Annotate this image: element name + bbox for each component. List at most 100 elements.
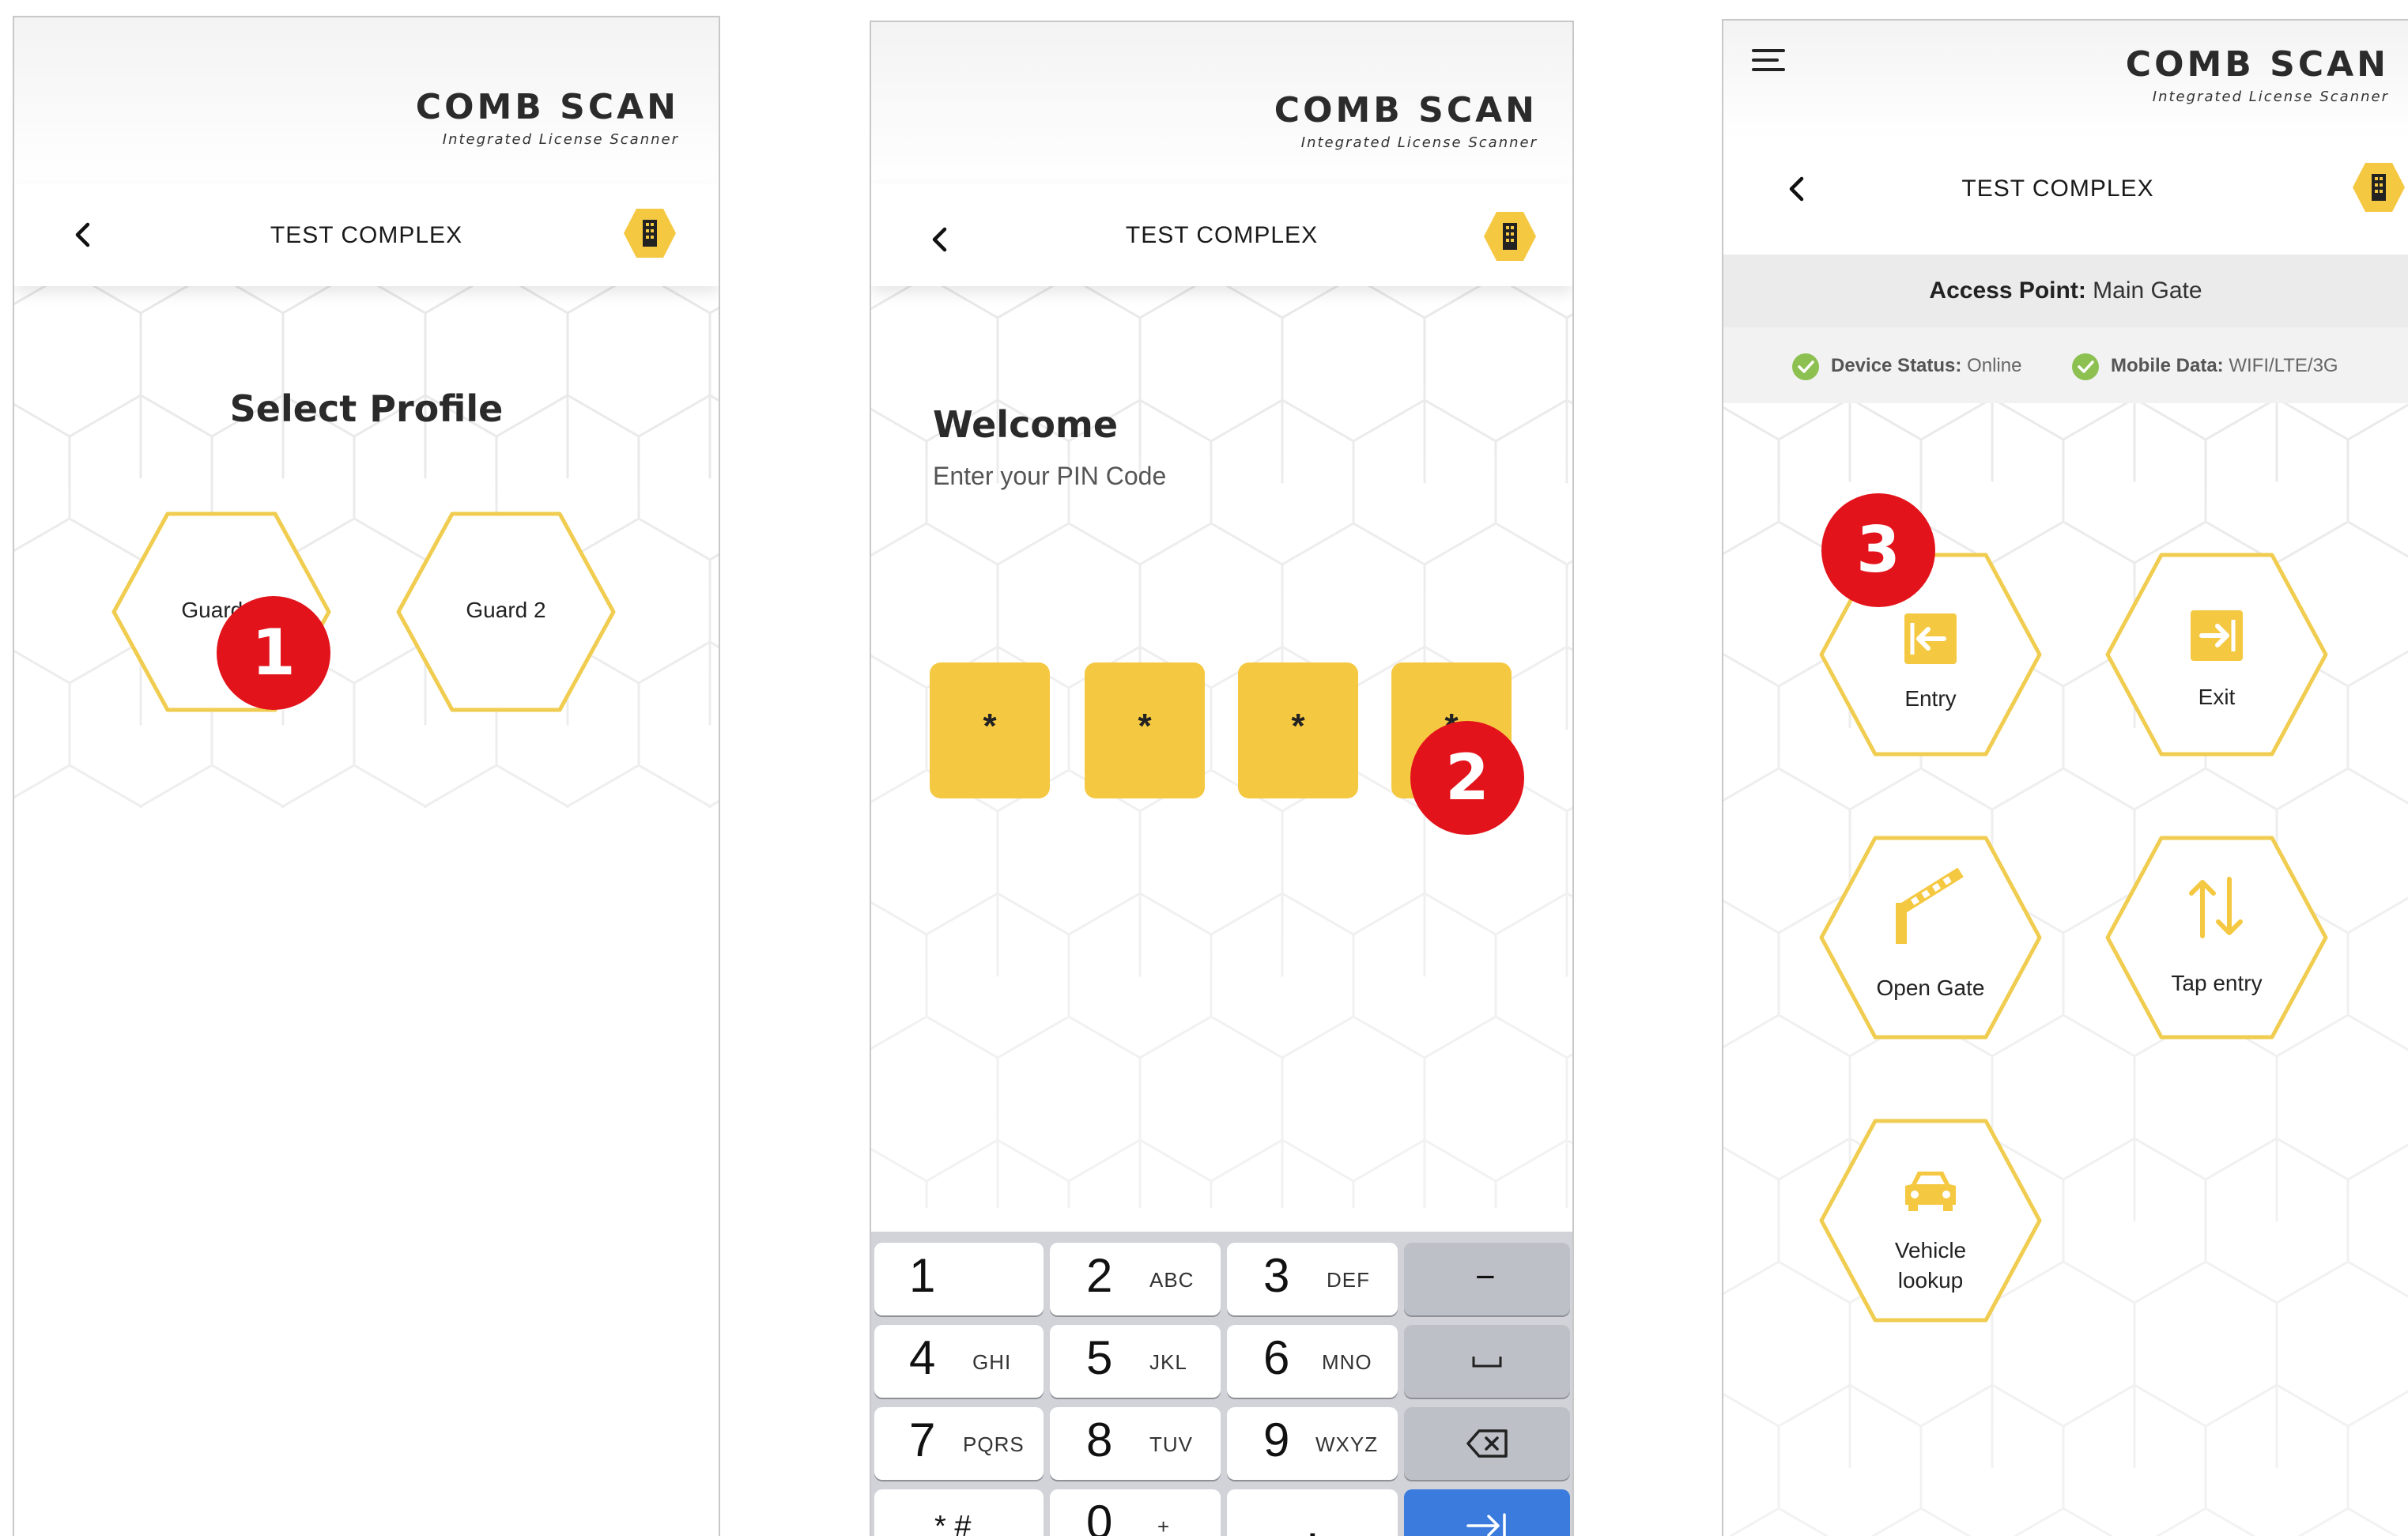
key-digit: 8 xyxy=(1086,1413,1113,1466)
entry-label: Entry xyxy=(1904,686,1957,711)
device-status: Device Status: Online xyxy=(1791,351,2021,381)
complex-title: TEST COMPLEX xyxy=(1961,175,2154,202)
screen-enter-pin: COMB SCAN Integrated License Scanner TES… xyxy=(871,22,1572,1536)
vehicle-lookup-label-line1: Vehicle xyxy=(1894,1238,1967,1262)
key-next[interactable] xyxy=(1404,1489,1570,1536)
page-title: Select Profile xyxy=(229,387,504,430)
key-digit: 7 xyxy=(909,1413,936,1466)
gate-barrier-icon xyxy=(1896,868,1964,944)
mobile-data-value: WIFI/LTE/3G xyxy=(2229,355,2338,376)
open-gate-label: Open Gate xyxy=(1876,976,1985,1000)
key-period[interactable]: . xyxy=(1227,1489,1398,1536)
key-letters: ABC xyxy=(1149,1268,1195,1292)
key-5[interactable]: 5 JKL xyxy=(1050,1325,1221,1398)
brand-logo: COMB SCAN Integrated License Scanner xyxy=(415,87,679,149)
key-9[interactable]: 9 WXYZ xyxy=(1227,1407,1398,1480)
key-letters: DEF xyxy=(1327,1268,1370,1292)
vehicle-lookup-button[interactable]: Vehicle lookup xyxy=(1818,1118,2043,1323)
space-icon xyxy=(1472,1357,1502,1368)
pin-mask: * xyxy=(1138,707,1152,745)
brand-name: COMB SCAN xyxy=(415,87,679,127)
key-7[interactable]: 7 PQRS xyxy=(874,1407,1044,1480)
step-1-badge: 1 xyxy=(217,596,330,710)
key-digit: 4 xyxy=(909,1331,936,1384)
pin-digit-3[interactable]: * xyxy=(1238,662,1358,798)
hamburger-menu-icon[interactable] xyxy=(1752,47,1787,76)
key-digit: . xyxy=(1306,1496,1319,1536)
building-icon[interactable] xyxy=(2351,161,2406,213)
header-bar: TEST COMPLEX xyxy=(1723,139,2408,255)
key-letters: WXYZ xyxy=(1315,1432,1379,1456)
key-letters: PQRS xyxy=(963,1432,1025,1456)
key-letters: TUV xyxy=(1149,1432,1193,1456)
key-minus[interactable]: − xyxy=(1404,1243,1570,1315)
key-star-hash[interactable]: * # xyxy=(874,1489,1044,1536)
device-status-value: Online xyxy=(1967,355,2022,376)
key-2[interactable]: 2 ABC xyxy=(1050,1243,1221,1315)
step-2-badge: 2 xyxy=(1410,721,1524,835)
exit-arrow-icon xyxy=(2191,610,2243,661)
key-digit: 0 xyxy=(1086,1496,1113,1536)
building-icon[interactable] xyxy=(622,207,677,259)
open-gate-button[interactable]: Open Gate xyxy=(1818,835,2043,1040)
brand-logo: COMB SCAN Integrated License Scanner xyxy=(2125,44,2389,106)
check-circle-icon xyxy=(2072,353,2099,380)
key-letters: JKL xyxy=(1149,1350,1187,1374)
key-digit: 9 xyxy=(1263,1413,1290,1466)
brand-tagline: Integrated License Scanner xyxy=(442,131,679,148)
key-backspace[interactable] xyxy=(1404,1407,1570,1480)
key-1[interactable]: 1 xyxy=(874,1243,1044,1315)
brand-tagline: Integrated License Scanner xyxy=(2152,89,2389,105)
pin-digit-2[interactable]: * xyxy=(1085,662,1205,798)
exit-button[interactable]: Exit xyxy=(2104,552,2329,757)
key-letters: + xyxy=(1157,1515,1171,1536)
key-digit: − xyxy=(1475,1258,1496,1296)
vehicle-lookup-label-line2: lookup xyxy=(1897,1268,1964,1293)
tap-entry-button[interactable]: Tap entry xyxy=(2104,835,2329,1040)
car-icon xyxy=(1905,1172,1956,1211)
access-point-label: Access Point: xyxy=(1929,277,2086,304)
key-digit: 1 xyxy=(909,1249,936,1302)
screen-select-profile: COMB SCAN Integrated License Scanner TES… xyxy=(14,17,719,1536)
screen-dashboard: COMB SCAN Integrated License Scanner TES… xyxy=(1723,21,2408,1536)
numeric-keypad: 1 2 ABC 3 DEF − 4 GHI 5 JKL 6 MNO 7 PQRS 8 TUV … xyxy=(871,1232,1572,1536)
next-tab-icon xyxy=(1466,1513,1506,1536)
tap-entry-label: Tap entry xyxy=(2171,971,2263,995)
key-space[interactable] xyxy=(1404,1325,1570,1398)
profile-button-guard-2[interactable]: Guard 2 xyxy=(395,511,617,713)
brand-name: COMB SCAN xyxy=(1274,90,1538,130)
profile-label: Guard 2 xyxy=(466,598,546,622)
pin-digit-1[interactable]: * xyxy=(930,662,1050,798)
brand-name: COMB SCAN xyxy=(2125,44,2389,85)
mobile-data-status: Mobile Data: WIFI/LTE/3G xyxy=(2071,351,2338,381)
key-digit: 3 xyxy=(1263,1249,1290,1302)
brand-tagline: Integrated License Scanner xyxy=(1300,134,1538,151)
key-0[interactable]: 0 + xyxy=(1050,1489,1221,1536)
step-3-badge: 3 xyxy=(1821,493,1935,607)
key-letters: MNO xyxy=(1322,1350,1372,1374)
key-3[interactable]: 3 DEF xyxy=(1227,1243,1398,1315)
brand-logo: COMB SCAN Integrated License Scanner xyxy=(1274,90,1538,152)
building-icon[interactable] xyxy=(1482,210,1538,262)
exit-label: Exit xyxy=(2198,685,2236,709)
key-digit: * # xyxy=(934,1510,972,1536)
pin-prompt: Enter your PIN Code xyxy=(933,462,1167,490)
key-digit: 6 xyxy=(1263,1331,1290,1384)
check-circle-icon xyxy=(1792,353,1819,380)
status-bar: Device Status: Online Mobile Data: WIFI/… xyxy=(1723,327,2408,403)
key-digit: 5 xyxy=(1086,1331,1113,1384)
backspace-icon xyxy=(1466,1429,1508,1458)
complex-title: TEST COMPLEX xyxy=(270,222,463,248)
up-down-arrows-icon xyxy=(2189,877,2243,938)
key-digit: 2 xyxy=(1086,1249,1113,1302)
access-point-value: Main Gate xyxy=(2093,277,2202,304)
pin-mask: * xyxy=(1291,707,1305,745)
header-bar: TEST COMPLEX xyxy=(14,183,719,286)
key-4[interactable]: 4 GHI xyxy=(874,1325,1044,1398)
device-status-label: Device Status: xyxy=(1831,355,1962,376)
welcome-heading: Welcome xyxy=(933,403,1119,446)
mobile-data-label: Mobile Data: xyxy=(2111,355,2224,376)
header-bar: TEST COMPLEX xyxy=(871,183,1572,286)
key-8[interactable]: 8 TUV xyxy=(1050,1407,1221,1480)
key-6[interactable]: 6 MNO xyxy=(1227,1325,1398,1398)
